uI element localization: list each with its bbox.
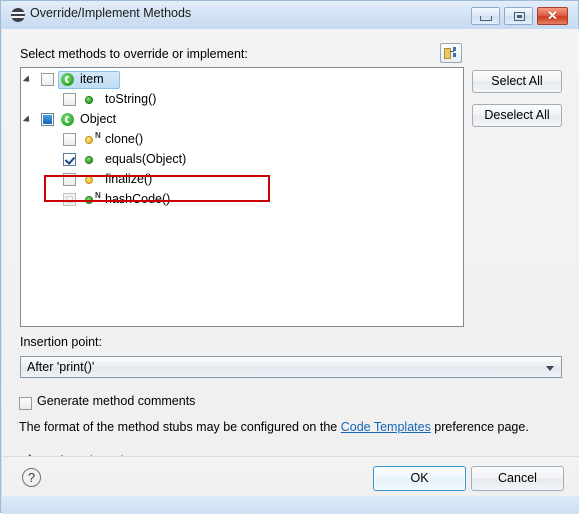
dialog-content: Select methods to override or implement:… (2, 29, 579, 468)
code-templates-link[interactable]: Code Templates (341, 420, 431, 434)
maximize-icon (514, 12, 525, 21)
title-bar: Override/Implement Methods ✕ (1, 1, 578, 29)
expand-collapse-icon[interactable] (22, 115, 33, 125)
minimize-button[interactable] (471, 7, 500, 25)
minimize-icon (480, 16, 492, 21)
dialog-window: Override/Implement Methods ✕ Select meth… (0, 0, 579, 514)
tree-item-label: item (80, 72, 104, 86)
tree-checkbox[interactable] (63, 173, 76, 186)
tree-item-label: Object (80, 112, 117, 126)
tree-item-label: equals(Object) (105, 152, 187, 166)
cancel-button[interactable]: Cancel (471, 466, 564, 491)
tree-row[interactable]: NhashCode() (21, 190, 463, 210)
yellow-dot-protected (85, 136, 93, 144)
tree-item-label: toString() (105, 92, 157, 106)
tree-checkbox[interactable] (41, 73, 54, 86)
method-modifier-superscript: N (95, 131, 101, 140)
generate-comments-checkbox[interactable] (19, 397, 32, 410)
tree-row[interactable]: equals(Object) (21, 150, 463, 170)
tree-row[interactable]: finalize() (21, 170, 463, 190)
tree-item-label: clone() (105, 132, 144, 146)
deselect-all-button[interactable]: Deselect All (472, 104, 562, 127)
format-note-prefix: The format of the method stubs may be co… (19, 420, 341, 434)
close-button[interactable]: ✕ (537, 7, 568, 25)
yellow-dot-protected (85, 176, 93, 184)
show-filter-icon[interactable] (440, 43, 462, 63)
generate-comments-label: Generate method comments (37, 394, 196, 408)
tree-checkbox[interactable] (63, 133, 76, 146)
tree-checkbox[interactable] (63, 193, 76, 206)
expand-collapse-icon[interactable] (22, 75, 33, 85)
tree-row[interactable]: Object (21, 110, 463, 130)
green-class-icon (61, 73, 74, 86)
insertion-point-label: Insertion point: (20, 335, 102, 349)
select-all-button[interactable]: Select All (472, 70, 562, 93)
eclipse-dialog-icon (11, 8, 25, 22)
format-note-suffix: preference page. (430, 420, 529, 434)
chevron-down-icon (546, 366, 554, 371)
tree-row[interactable]: toString() (21, 90, 463, 110)
green-dot-public (85, 196, 93, 204)
tree-checkbox[interactable] (41, 113, 54, 126)
tree-checkbox[interactable] (63, 153, 76, 166)
insertion-point-value: After 'print()' (27, 360, 95, 374)
methods-tree[interactable]: item toString() Object Nclone() equals(Objec… (20, 67, 464, 327)
tree-item-label: finalize() (105, 172, 153, 186)
window-title: Override/Implement Methods (30, 6, 192, 20)
help-button[interactable]: ? (22, 468, 41, 487)
tree-row[interactable]: Nclone() (21, 130, 463, 150)
tree-item-label: hashCode() (105, 192, 171, 206)
green-dot-public (85, 156, 93, 164)
maximize-button[interactable] (504, 7, 533, 25)
insertion-point-combo[interactable]: After 'print()' (20, 356, 562, 378)
close-icon: ✕ (547, 8, 558, 23)
tree-checkbox[interactable] (63, 93, 76, 106)
green-dot-public (85, 96, 93, 104)
method-modifier-superscript: N (95, 191, 101, 200)
green-class-icon (61, 113, 74, 126)
dialog-footer: ? OK Cancel (2, 456, 579, 514)
format-note: The format of the method stubs may be co… (19, 420, 529, 434)
tree-row[interactable]: item (21, 70, 463, 90)
section-label: Select methods to override or implement: (20, 47, 248, 61)
ok-button[interactable]: OK (373, 466, 466, 491)
